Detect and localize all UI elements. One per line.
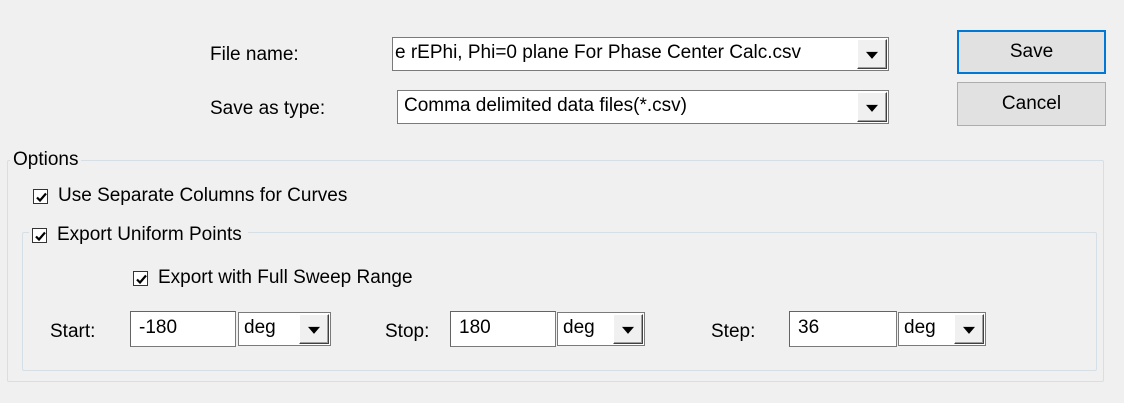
step-unit-value[interactable]: deg (904, 313, 951, 345)
checkmark-icon (136, 274, 147, 284)
start-input[interactable]: -180 (130, 311, 236, 347)
save-as-type-dropdown-button[interactable] (857, 92, 887, 122)
start-label: Start: (50, 321, 96, 342)
checkmark-icon (36, 192, 47, 202)
uniform-points-label: Export Uniform Points (57, 224, 242, 245)
separate-columns-checkbox[interactable] (33, 188, 48, 204)
stop-unit-dropdown-button[interactable] (613, 314, 643, 344)
uniform-points-checkbox[interactable] (32, 227, 47, 243)
stop-unit-value[interactable]: deg (563, 313, 610, 345)
save-as-type-label: Save as type: (210, 98, 326, 119)
separate-columns-option[interactable]: Use Separate Columns for Curves (33, 184, 354, 208)
uniform-points-option[interactable]: Export Uniform Points (29, 223, 248, 247)
save-as-type-value[interactable]: Comma delimited data files(*.csv) (404, 91, 854, 123)
full-sweep-label: Export with Full Sweep Range (158, 267, 413, 288)
stop-input[interactable]: 180 (450, 311, 556, 347)
export-dialog: File name: e rEPhi, Phi=0 plane For Phas… (0, 0, 1124, 403)
start-unit-dropdown-button[interactable] (299, 314, 329, 344)
step-label: Step: (711, 321, 756, 342)
file-name-label: File name: (210, 44, 299, 65)
step-input[interactable]: 36 (789, 311, 897, 347)
save-as-type-combobox[interactable]: Comma delimited data files(*.csv) (397, 90, 889, 124)
start-unit-value[interactable]: deg (244, 313, 296, 345)
full-sweep-option[interactable]: Export with Full Sweep Range (133, 266, 419, 290)
step-unit-select[interactable]: deg (898, 312, 986, 346)
save-button[interactable]: Save (957, 30, 1106, 74)
options-group-title: Options (10, 149, 82, 171)
start-unit-select[interactable]: deg (238, 312, 331, 346)
file-name-combobox[interactable]: e rEPhi, Phi=0 plane For Phase Center Ca… (392, 37, 889, 71)
full-sweep-checkbox[interactable] (133, 270, 148, 286)
checkmark-icon (35, 231, 46, 241)
step-unit-dropdown-button[interactable] (954, 314, 984, 344)
file-name-value[interactable]: e rEPhi, Phi=0 plane For Phase Center Ca… (395, 38, 854, 70)
separate-columns-label: Use Separate Columns for Curves (58, 185, 348, 206)
stop-unit-select[interactable]: deg (557, 312, 645, 346)
stop-label: Stop: (385, 321, 430, 342)
cancel-button[interactable]: Cancel (957, 82, 1106, 126)
file-name-dropdown-button[interactable] (857, 39, 887, 69)
uniform-points-groupbox (22, 232, 1097, 371)
